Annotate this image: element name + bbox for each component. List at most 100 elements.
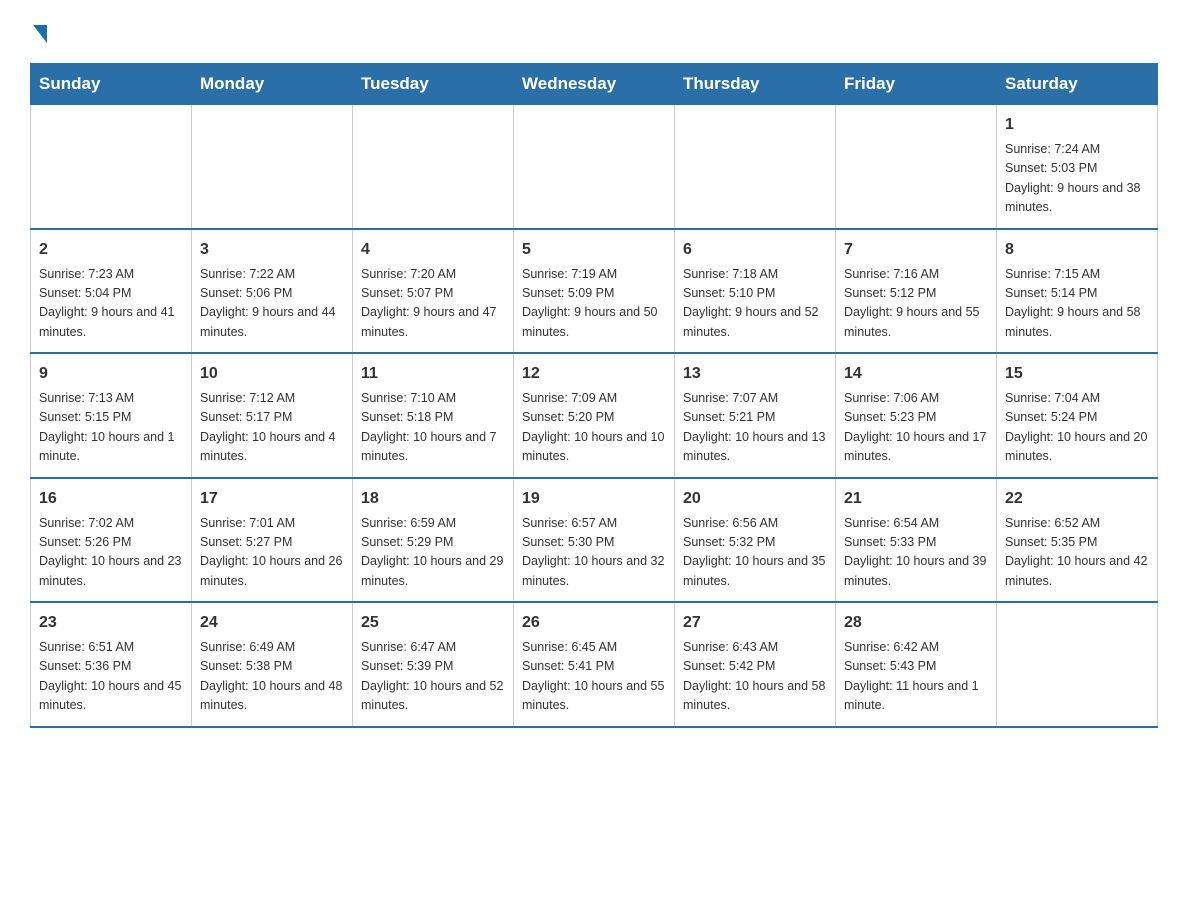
day-number: 15	[1005, 362, 1149, 386]
day-of-week-header: Sunday	[31, 64, 192, 105]
day-info: Sunrise: 7:18 AMSunset: 5:10 PMDaylight:…	[683, 265, 827, 343]
page-header	[30, 20, 1158, 43]
calendar-week-row: 2 Sunrise: 7:23 AMSunset: 5:04 PMDaylight…	[31, 229, 1158, 354]
calendar-day-cell: 26 Sunrise: 6:45 AMSunset: 5:41 PMDayligh…	[514, 602, 675, 727]
calendar-day-cell: 18 Sunrise: 6:59 AMSunset: 5:29 PMDayligh…	[353, 478, 514, 603]
calendar-week-row: 9 Sunrise: 7:13 AMSunset: 5:15 PMDaylight…	[31, 353, 1158, 478]
calendar-day-cell: 16 Sunrise: 7:02 AMSunset: 5:26 PMDayligh…	[31, 478, 192, 603]
calendar-day-cell	[997, 602, 1158, 727]
calendar-body: 1 Sunrise: 7:24 AMSunset: 5:03 PMDaylight…	[31, 105, 1158, 727]
day-info: Sunrise: 7:04 AMSunset: 5:24 PMDaylight:…	[1005, 389, 1149, 467]
calendar-header: SundayMondayTuesdayWednesdayThursdayFrid…	[31, 64, 1158, 105]
day-info: Sunrise: 7:02 AMSunset: 5:26 PMDaylight:…	[39, 514, 183, 592]
day-number: 21	[844, 487, 988, 511]
day-info: Sunrise: 7:01 AMSunset: 5:27 PMDaylight:…	[200, 514, 344, 592]
calendar-day-cell: 10 Sunrise: 7:12 AMSunset: 5:17 PMDayligh…	[192, 353, 353, 478]
day-number: 18	[361, 487, 505, 511]
calendar-day-cell: 19Sunrise: 6:57 AMSunset: 5:30 PMDayligh…	[514, 478, 675, 603]
day-info: Sunrise: 6:42 AMSunset: 5:43 PMDaylight:…	[844, 638, 988, 716]
calendar-week-row: 23 Sunrise: 6:51 AMSunset: 5:36 PMDayligh…	[31, 602, 1158, 727]
day-info: Sunrise: 6:49 AMSunset: 5:38 PMDaylight:…	[200, 638, 344, 716]
day-info: Sunrise: 6:51 AMSunset: 5:36 PMDaylight:…	[39, 638, 183, 716]
day-info: Sunrise: 6:52 AMSunset: 5:35 PMDaylight:…	[1005, 514, 1149, 592]
day-info: Sunrise: 7:22 AMSunset: 5:06 PMDaylight:…	[200, 265, 344, 343]
day-info: Sunrise: 7:12 AMSunset: 5:17 PMDaylight:…	[200, 389, 344, 467]
day-number: 2	[39, 238, 183, 262]
day-number: 27	[683, 611, 827, 635]
calendar-day-cell	[192, 105, 353, 229]
calendar-day-cell: 8 Sunrise: 7:15 AMSunset: 5:14 PMDaylight…	[997, 229, 1158, 354]
day-of-week-header: Tuesday	[353, 64, 514, 105]
day-number: 7	[844, 238, 988, 262]
calendar-day-cell: 6 Sunrise: 7:18 AMSunset: 5:10 PMDaylight…	[675, 229, 836, 354]
day-of-week-header: Saturday	[997, 64, 1158, 105]
day-number: 23	[39, 611, 183, 635]
calendar-day-cell: 20Sunrise: 6:56 AMSunset: 5:32 PMDayligh…	[675, 478, 836, 603]
day-of-week-header: Thursday	[675, 64, 836, 105]
day-info: Sunrise: 6:54 AMSunset: 5:33 PMDaylight:…	[844, 514, 988, 592]
calendar-day-cell	[353, 105, 514, 229]
calendar-day-cell: 17 Sunrise: 7:01 AMSunset: 5:27 PMDayligh…	[192, 478, 353, 603]
day-info: Sunrise: 6:43 AMSunset: 5:42 PMDaylight:…	[683, 638, 827, 716]
day-of-week-header: Monday	[192, 64, 353, 105]
calendar-day-cell: 14 Sunrise: 7:06 AMSunset: 5:23 PMDayligh…	[836, 353, 997, 478]
day-info: Sunrise: 7:13 AMSunset: 5:15 PMDaylight:…	[39, 389, 183, 467]
day-number: 17	[200, 487, 344, 511]
day-number: 28	[844, 611, 988, 635]
calendar-day-cell: 28 Sunrise: 6:42 AMSunset: 5:43 PMDayligh…	[836, 602, 997, 727]
calendar-day-cell	[675, 105, 836, 229]
day-info: Sunrise: 7:15 AMSunset: 5:14 PMDaylight:…	[1005, 265, 1149, 343]
day-info: Sunrise: 7:06 AMSunset: 5:23 PMDaylight:…	[844, 389, 988, 467]
day-number: 9	[39, 362, 183, 386]
day-number: 16	[39, 487, 183, 511]
day-info: Sunrise: 6:59 AMSunset: 5:29 PMDaylight:…	[361, 514, 505, 592]
day-number: 13	[683, 362, 827, 386]
calendar-day-cell: 11 Sunrise: 7:10 AMSunset: 5:18 PMDayligh…	[353, 353, 514, 478]
calendar-day-cell: 9 Sunrise: 7:13 AMSunset: 5:15 PMDaylight…	[31, 353, 192, 478]
logo-arrow-icon	[33, 25, 47, 43]
day-number: 6	[683, 238, 827, 262]
day-number: 22	[1005, 487, 1149, 511]
calendar-day-cell: 4Sunrise: 7:20 AMSunset: 5:07 PMDaylight…	[353, 229, 514, 354]
logo	[30, 20, 47, 43]
calendar-day-cell	[31, 105, 192, 229]
calendar-day-cell: 22 Sunrise: 6:52 AMSunset: 5:35 PMDayligh…	[997, 478, 1158, 603]
calendar-day-cell: 13 Sunrise: 7:07 AMSunset: 5:21 PMDayligh…	[675, 353, 836, 478]
calendar-day-cell	[836, 105, 997, 229]
day-info: Sunrise: 7:23 AMSunset: 5:04 PMDaylight:…	[39, 265, 183, 343]
day-number: 11	[361, 362, 505, 386]
day-number: 20	[683, 487, 827, 511]
day-info: Sunrise: 7:19 AMSunset: 5:09 PMDaylight:…	[522, 265, 666, 343]
day-info: Sunrise: 7:20 AMSunset: 5:07 PMDaylight:…	[361, 265, 505, 343]
day-of-week-header: Wednesday	[514, 64, 675, 105]
day-info: Sunrise: 7:24 AMSunset: 5:03 PMDaylight:…	[1005, 140, 1149, 218]
calendar-day-cell: 12 Sunrise: 7:09 AMSunset: 5:20 PMDayligh…	[514, 353, 675, 478]
calendar-day-cell: 21 Sunrise: 6:54 AMSunset: 5:33 PMDayligh…	[836, 478, 997, 603]
calendar-day-cell	[514, 105, 675, 229]
day-number: 26	[522, 611, 666, 635]
day-number: 12	[522, 362, 666, 386]
days-of-week-row: SundayMondayTuesdayWednesdayThursdayFrid…	[31, 64, 1158, 105]
day-info: Sunrise: 7:07 AMSunset: 5:21 PMDaylight:…	[683, 389, 827, 467]
calendar-day-cell: 7Sunrise: 7:16 AMSunset: 5:12 PMDaylight…	[836, 229, 997, 354]
day-of-week-header: Friday	[836, 64, 997, 105]
day-number: 10	[200, 362, 344, 386]
calendar-day-cell: 25 Sunrise: 6:47 AMSunset: 5:39 PMDayligh…	[353, 602, 514, 727]
day-info: Sunrise: 6:57 AMSunset: 5:30 PMDaylight:…	[522, 514, 666, 592]
calendar-day-cell: 15 Sunrise: 7:04 AMSunset: 5:24 PMDayligh…	[997, 353, 1158, 478]
day-number: 14	[844, 362, 988, 386]
day-info: Sunrise: 7:09 AMSunset: 5:20 PMDaylight:…	[522, 389, 666, 467]
day-info: Sunrise: 6:45 AMSunset: 5:41 PMDaylight:…	[522, 638, 666, 716]
calendar-day-cell: 24 Sunrise: 6:49 AMSunset: 5:38 PMDayligh…	[192, 602, 353, 727]
day-info: Sunrise: 7:10 AMSunset: 5:18 PMDaylight:…	[361, 389, 505, 467]
day-number: 25	[361, 611, 505, 635]
calendar-day-cell: 1 Sunrise: 7:24 AMSunset: 5:03 PMDaylight…	[997, 105, 1158, 229]
day-number: 8	[1005, 238, 1149, 262]
calendar-day-cell: 3 Sunrise: 7:22 AMSunset: 5:06 PMDaylight…	[192, 229, 353, 354]
day-number: 1	[1005, 113, 1149, 137]
calendar-table: SundayMondayTuesdayWednesdayThursdayFrid…	[30, 63, 1158, 728]
day-info: Sunrise: 6:47 AMSunset: 5:39 PMDaylight:…	[361, 638, 505, 716]
day-number: 24	[200, 611, 344, 635]
calendar-day-cell: 2 Sunrise: 7:23 AMSunset: 5:04 PMDaylight…	[31, 229, 192, 354]
day-number: 3	[200, 238, 344, 262]
